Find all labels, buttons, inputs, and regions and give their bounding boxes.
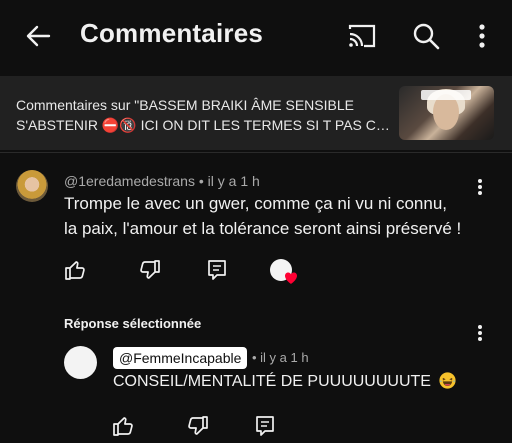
video-title-line-2: S'ABSTENIR ⛔🔞 ICI ON DIT LES TERMES SI T… [16,117,390,133]
search-button[interactable] [404,14,448,58]
laughing-emoji-icon [439,372,456,389]
comment-meta: @1eredamedestrans • il y a 1 h [64,173,260,189]
dislike-button[interactable] [137,257,163,283]
back-arrow-icon [26,25,51,47]
creator-heart-badge [270,259,297,284]
more-vert-icon [478,325,482,341]
reply-button[interactable] [204,257,230,283]
reply-text-content: CONSEIL/MENTALITÉ DE PUUUUUUUUTE [113,373,431,390]
reply-icon [208,260,226,280]
like-button[interactable] [62,257,88,283]
back-button[interactable] [16,14,60,58]
reply-text: CONSEIL/MENTALITÉ DE PUUUUUUUUTE [113,372,456,391]
avatar[interactable] [16,170,48,202]
thumb-up-icon [113,417,133,436]
video-thumbnail[interactable] [399,86,494,140]
reply-button[interactable] [252,413,278,439]
thumb-down-icon [140,260,160,279]
page-title: Commentaires [80,18,264,48]
thumb-down-icon [188,416,208,435]
app-bar: Commentaires [0,0,512,72]
reply-time: • il y a 1 h [252,350,309,365]
cast-icon [348,24,376,48]
cast-button[interactable] [340,14,384,58]
like-button[interactable] [110,413,136,439]
reply-more-button[interactable] [466,320,494,346]
comment-time: il y a 1 h [207,173,260,189]
comment-author[interactable]: @1eredamedestrans [64,173,195,189]
selected-reply-heading: Réponse sélectionnée [64,316,202,331]
reply-mention-chip[interactable]: @FemmeIncapable [113,347,248,369]
more-vert-icon [478,179,482,195]
reply-icon [256,416,274,436]
reply-time-text: il y a 1 h [260,350,309,365]
avatar[interactable] [64,346,97,379]
search-icon [413,23,440,50]
divider [0,152,512,153]
more-options-button[interactable] [462,14,502,58]
thumb-up-icon [65,261,85,280]
dislike-button[interactable] [185,413,211,439]
video-title-line-1: Commentaires sur "BASSEM BRAIKI ÂME SENS… [16,97,354,113]
comment-more-button[interactable] [466,174,494,200]
video-title: Commentaires sur "BASSEM BRAIKI ÂME SENS… [16,95,390,135]
creator-heart-icon [285,272,297,284]
comment-text: Trompe le avec un gwer, comme ça ni vu n… [64,194,462,238]
more-vert-icon [479,24,485,48]
